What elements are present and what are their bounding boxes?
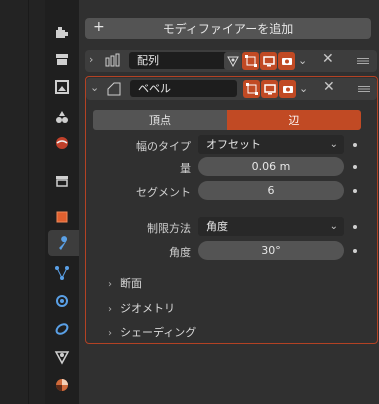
delete-modifier-button[interactable]: ✕ — [322, 51, 334, 67]
keyframe-dot-icon[interactable] — [353, 143, 357, 147]
subpanel-geometry[interactable]: › ジオメトリ — [108, 300, 175, 318]
object-icon — [56, 211, 68, 223]
monitor-icon — [263, 84, 276, 95]
chevron-right-icon: › — [108, 279, 112, 290]
tab-object[interactable] — [49, 204, 75, 230]
realtime-toggle[interactable] — [260, 52, 277, 70]
angle-row: 角度 30° — [86, 241, 377, 261]
tab-collection[interactable] — [49, 168, 75, 194]
expand-chevron-icon[interactable]: › — [89, 53, 93, 66]
vertex-triangle-icon — [226, 56, 239, 67]
collection-icon — [56, 176, 68, 187]
realtime-toggle[interactable] — [261, 80, 278, 98]
angle-label: 角度 — [169, 246, 191, 259]
render-toggle[interactable] — [278, 52, 295, 70]
scene-icon — [56, 137, 68, 149]
material-icon — [56, 379, 68, 391]
array-modifier-header[interactable]: › 配列 ⌄ ✕ — [85, 50, 377, 72]
tab-output[interactable] — [49, 74, 75, 100]
limit-method-label: 制限方法 — [147, 222, 191, 235]
options-chevron-icon[interactable]: ⌄ — [298, 54, 307, 67]
properties-tabs — [45, 0, 79, 404]
array-modifier-icon — [105, 53, 120, 67]
tab-constraints[interactable] — [49, 316, 75, 342]
tab-data[interactable] — [49, 344, 75, 370]
subpanel-shading-label: シェーディング — [120, 326, 197, 339]
physics-icon — [56, 295, 68, 307]
tab-modifiers[interactable] — [48, 230, 79, 256]
keyframe-dot-icon[interactable] — [353, 189, 357, 193]
camera-icon — [281, 58, 292, 65]
collapse-chevron-icon[interactable]: ⌄ — [90, 81, 99, 94]
limit-method-row: 制限方法 角度 ⌄ — [86, 217, 377, 237]
camera-icon — [282, 86, 293, 93]
plus-icon: + — [93, 19, 105, 35]
delete-modifier-button[interactable]: ✕ — [323, 79, 335, 95]
options-chevron-icon[interactable]: ⌄ — [299, 82, 308, 95]
chevron-right-icon: › — [108, 304, 112, 315]
width-type-row: 幅のタイプ オフセット ⌄ — [86, 135, 377, 155]
modifier-icon — [58, 236, 67, 250]
tab-particles[interactable] — [49, 260, 75, 286]
divider — [28, 0, 29, 404]
edit-mode-toggle[interactable] — [242, 52, 259, 70]
particles-icon — [55, 266, 69, 280]
edit-mode-icon — [245, 83, 258, 95]
segments-label: セグメント — [136, 186, 191, 199]
add-modifier-label: モディファイアーを追加 — [162, 22, 294, 36]
amount-row: 量 0.06 m — [86, 157, 377, 177]
limit-method-value: 角度 — [206, 220, 228, 233]
tab-tool[interactable] — [49, 20, 75, 46]
tab-material[interactable] — [49, 372, 75, 398]
render-icon — [56, 54, 68, 65]
bevel-modifier-icon — [107, 82, 121, 96]
subpanel-profile-label: 断面 — [120, 277, 142, 290]
amount-field[interactable]: 0.06 m — [198, 157, 344, 176]
drag-handle-icon[interactable] — [358, 86, 370, 92]
amount-label: 量 — [180, 162, 191, 175]
width-type-value: オフセット — [206, 138, 261, 151]
view-layer-icon — [56, 111, 68, 123]
subpanel-geometry-label: ジオメトリ — [120, 302, 175, 315]
angle-field[interactable]: 30° — [198, 241, 344, 260]
width-type-label: 幅のタイプ — [136, 140, 191, 153]
output-icon — [55, 80, 69, 94]
tab-physics[interactable] — [49, 288, 75, 314]
constraints-icon — [55, 323, 69, 335]
data-icon — [54, 351, 70, 365]
monitor-icon — [262, 56, 275, 67]
affect-toggle: 頂点 辺 — [93, 110, 361, 130]
edit-mode-icon — [244, 55, 257, 67]
bevel-modifier-header[interactable]: ⌄ ベベル ⌄ ✕ — [86, 78, 377, 100]
left-editor-strip — [0, 0, 45, 404]
on-cage-toggle[interactable] — [224, 52, 241, 70]
tab-view-layer[interactable] — [49, 104, 75, 130]
edit-mode-toggle[interactable] — [243, 80, 260, 98]
bevel-modifier-name-field[interactable]: ベベル — [130, 80, 237, 97]
tab-scene[interactable] — [49, 130, 75, 156]
chevron-right-icon: › — [108, 328, 112, 339]
affect-edges-button[interactable]: 辺 — [227, 110, 361, 130]
keyframe-dot-icon[interactable] — [353, 165, 357, 169]
array-modifier-name-field[interactable]: 配列 — [129, 52, 236, 69]
add-modifier-button[interactable]: + モディファイアーを追加 — [85, 18, 371, 39]
subpanel-shading[interactable]: › シェーディング — [108, 324, 196, 342]
tab-render[interactable] — [49, 46, 75, 72]
tool-icon — [56, 27, 68, 38]
width-type-dropdown[interactable]: オフセット ⌄ — [198, 135, 344, 154]
chevron-down-icon: ⌄ — [329, 139, 338, 150]
drag-handle-icon[interactable] — [357, 58, 369, 64]
bevel-modifier-panel: ⌄ ベベル ⌄ ✕ 頂点 辺 幅のタイプ オフセット ⌄ 量 0.06 m セグ… — [85, 76, 378, 344]
modifier-properties-panel: + モディファイアーを追加 › 配列 ⌄ ✕ ⌄ ベベル ⌄ ✕ 頂点 辺 幅の… — [79, 0, 379, 404]
segments-row: セグメント 6 — [86, 181, 377, 201]
keyframe-dot-icon[interactable] — [353, 249, 357, 253]
limit-method-dropdown[interactable]: 角度 ⌄ — [198, 217, 344, 236]
keyframe-dot-icon[interactable] — [353, 225, 357, 229]
render-toggle[interactable] — [279, 80, 296, 98]
chevron-down-icon: ⌄ — [329, 221, 338, 232]
subpanel-profile[interactable]: › 断面 — [108, 275, 142, 293]
affect-vertices-button[interactable]: 頂点 — [93, 110, 227, 130]
segments-field[interactable]: 6 — [198, 181, 344, 200]
